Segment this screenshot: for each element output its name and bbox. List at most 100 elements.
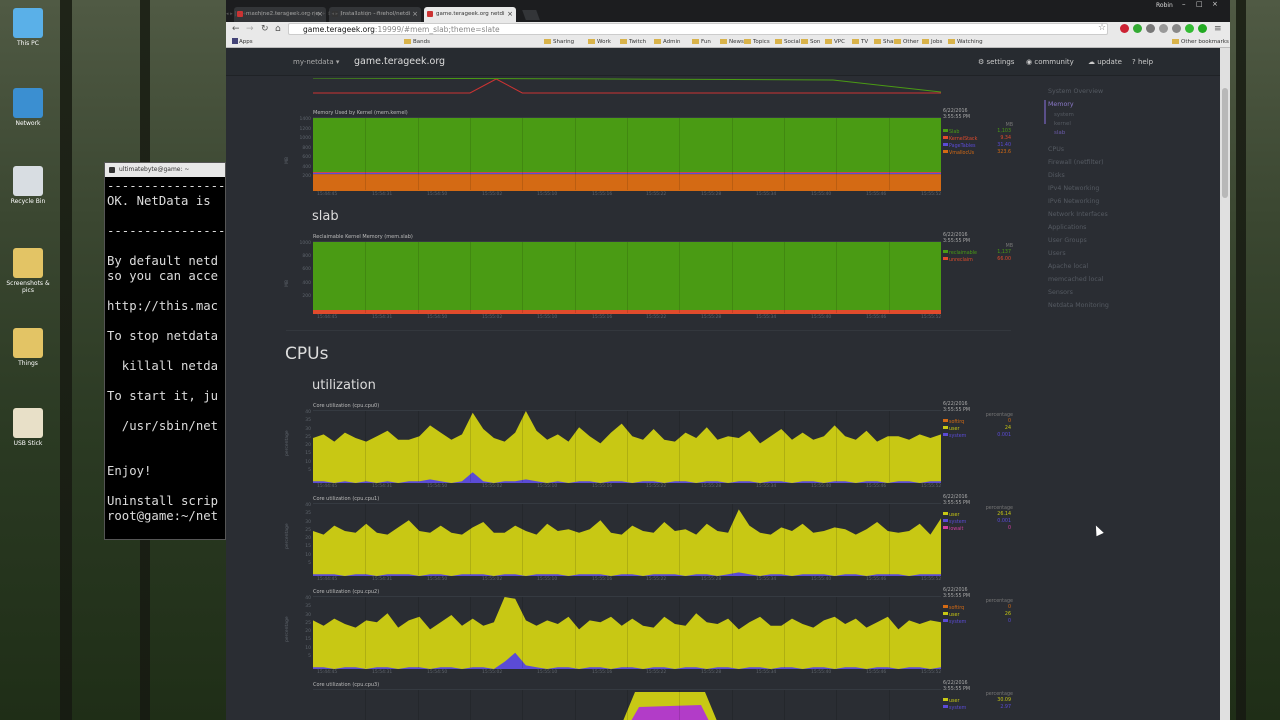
legend-item-slab[interactable]: Slab 1,103 — [943, 129, 1013, 135]
sidebar-item-ipv4-networking[interactable]: IPv4 Networking — [1048, 185, 1099, 192]
legend-item-softirq[interactable]: softirq 0 — [943, 419, 1013, 425]
legend-item-user[interactable]: user 26 — [943, 612, 1013, 618]
legend-item-softirq[interactable]: softirq 0 — [943, 605, 1013, 611]
grid-line — [732, 242, 733, 313]
chart-controls[interactable]: ◂ ▸ ‖ – + ⇕ — [331, 11, 357, 17]
y-axis-ticks: 1400 1200 1000 800 600 400 200 — [289, 117, 311, 190]
grid-line — [836, 118, 837, 190]
legend-item-system[interactable]: system 2.97 — [943, 705, 1013, 711]
sidebar-item-apache-local[interactable]: Apache local — [1048, 263, 1088, 270]
legend-series-value: 66.00 — [997, 257, 1011, 262]
y-tick-label: 15 — [305, 544, 311, 549]
legend-date: 6/22/2016 — [943, 402, 968, 407]
legend-item-user[interactable]: user 30.09 — [943, 698, 1013, 704]
legend-item-kernelstack[interactable]: KernelStack 9.34 — [943, 136, 1013, 142]
sidebar-item-netdata-monitoring[interactable]: Netdata Monitoring — [1048, 302, 1109, 309]
desktop-icon[interactable]: Screenshots & pics — [4, 248, 52, 294]
legend-series-name: user — [949, 613, 960, 618]
legend-series-name: user — [949, 427, 960, 432]
sidebar-item-memory[interactable]: Memory — [1048, 101, 1074, 108]
x-tick-label: 15:55:40 — [811, 315, 832, 320]
legend-series-value: 9.34 — [1000, 136, 1011, 141]
desktop-icon[interactable]: USB Stick — [4, 408, 52, 447]
y-tick-label: 5 — [308, 654, 311, 659]
chart-controls[interactable]: ◂ ▸ ‖ – + ⇕ — [358, 11, 384, 17]
chart-controls[interactable]: ◂ ▸ ‖ – + ⇕ — [305, 11, 331, 17]
legend-item-system[interactable]: system 0 — [943, 619, 1013, 625]
legend-item-iowait[interactable]: iowait 0 — [943, 526, 1013, 532]
legend-item-system[interactable]: system 0.001 — [943, 433, 1013, 439]
y-tick-label: 30 — [305, 613, 311, 618]
legend-item-user[interactable]: user 24 — [943, 426, 1013, 432]
grid-line — [784, 690, 785, 720]
grid-line — [470, 597, 471, 668]
legend-item-unreclaim[interactable]: unreclaim 66.00 — [943, 257, 1013, 263]
chart-controls[interactable]: ◂ ▸ ‖ – + ⇕ — [226, 11, 252, 17]
desktop-icon[interactable]: This PC — [4, 8, 52, 47]
x-tick-label: 15:55:22 — [646, 192, 667, 197]
grid-line — [679, 597, 680, 668]
memory-top-chart[interactable] — [313, 78, 941, 98]
legend-item-pagetables[interactable]: PageTables 31.40 — [943, 143, 1013, 149]
sidebar-item-network-interfaces[interactable]: Network Interfaces — [1048, 211, 1108, 218]
sidebar-item-system-overview[interactable]: System Overview — [1048, 88, 1103, 95]
legend-series-name: system — [949, 620, 967, 625]
sidebar-subitem-kernel[interactable]: kernel — [1054, 121, 1071, 127]
chart-plot-2[interactable] — [313, 410, 941, 483]
chart-plot-4[interactable] — [313, 596, 941, 669]
legend-unit: MB — [1005, 244, 1013, 249]
grid-line — [732, 690, 733, 720]
legend-item-vmallocus[interactable]: VmallocUs 323.6 — [943, 150, 1013, 156]
legend-series-value: 31.40 — [997, 143, 1011, 148]
desktop-icon[interactable]: Things — [4, 328, 52, 367]
sidebar-item-users[interactable]: Users — [1048, 250, 1066, 257]
chart-plot-0[interactable] — [313, 117, 941, 191]
legend-series-value: 24 — [1004, 426, 1011, 431]
legend-item-user[interactable]: user 26.14 — [943, 512, 1013, 518]
y-tick-label: 1000 — [299, 136, 311, 141]
legend-unit: MB — [1005, 123, 1013, 128]
y-tick-label: 600 — [302, 155, 311, 160]
legend-series-name: KernelStack — [949, 137, 978, 142]
grid-line — [836, 411, 837, 482]
chart-controls[interactable]: ◂ ▸ ‖ – + ⇕ — [252, 11, 278, 17]
legend-series-value: 30.09 — [997, 698, 1011, 703]
terminal-window[interactable]: ultimatebyte@game: ~ ----------------- OK… — [104, 162, 226, 540]
desktop-icon[interactable]: Recycle Bin — [4, 166, 52, 205]
desktop-icon[interactable]: Network — [4, 88, 52, 127]
sidebar-subitem-slab[interactable]: slab — [1054, 130, 1065, 136]
grid-line — [522, 504, 523, 575]
grid-line — [575, 504, 576, 575]
sidebar-item-user-groups[interactable]: User Groups — [1048, 237, 1087, 244]
grid-line — [365, 118, 366, 190]
legend-series-name: reclaimable — [949, 251, 978, 256]
sidebar-item-ipv6-networking[interactable]: IPv6 Networking — [1048, 198, 1099, 205]
scrollbar-thumb[interactable] — [1222, 88, 1228, 198]
chart-plot-5[interactable] — [313, 689, 941, 720]
sidebar-item-applications[interactable]: Applications — [1048, 224, 1086, 231]
legend-time: 3:55:55 PM — [943, 408, 971, 413]
grid-line — [784, 597, 785, 668]
x-tick-label: 15:55:02 — [482, 577, 503, 582]
page-scrollbar[interactable] — [1220, 48, 1230, 720]
x-tick-label: 15:54:31 — [372, 484, 393, 489]
legend-item-system[interactable]: system 0.001 — [943, 519, 1013, 525]
sidebar-item-sensors[interactable]: Sensors — [1048, 289, 1073, 296]
y-tick-label: 5 — [308, 468, 311, 473]
sidebar-item-firewall-netfilter-[interactable]: Firewall (netfilter) — [1048, 159, 1104, 166]
sidebar-item-memcached-local[interactable]: memcached local — [1048, 276, 1103, 283]
sidebar-item-disks[interactable]: Disks — [1048, 172, 1065, 179]
legend-item-reclaimable[interactable]: reclaimable 1,137 — [943, 250, 1013, 256]
terminal-title: ultimatebyte@game: ~ — [105, 163, 225, 177]
terminal-line: ----------------- — [107, 179, 226, 193]
sidebar-subitem-system[interactable]: system — [1054, 112, 1074, 118]
chart-plot-1[interactable] — [313, 241, 941, 314]
chart-plot-3[interactable] — [313, 503, 941, 576]
terminal-output[interactable]: ----------------- OK. NetData is ---------… — [105, 177, 225, 524]
sidebar-item-cpus[interactable]: CPUs — [1048, 146, 1064, 153]
chart-controls[interactable]: ◂ ▸ ‖ – + ⇕ — [279, 11, 305, 17]
